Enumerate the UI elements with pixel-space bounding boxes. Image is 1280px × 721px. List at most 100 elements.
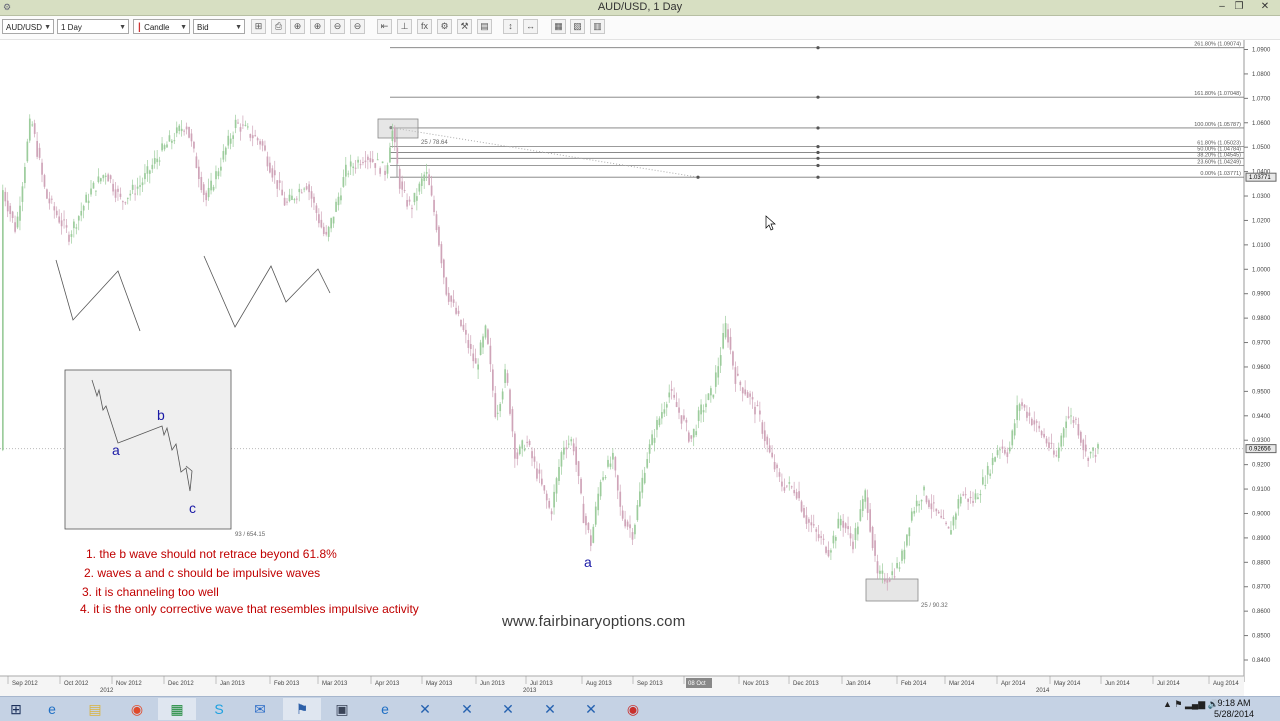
clock[interactable]: 9:18 AM 5/28/2014 [1204,698,1264,720]
toolbar-button-1[interactable]: ⎙ [271,19,286,34]
taskbar-item-8[interactable]: ▣ [323,698,361,720]
taskbar-item-14[interactable]: ✕ [572,698,610,720]
symbol-select[interactable]: AUD/USD ▼ [2,19,54,34]
price-type-select[interactable]: Bid ▼ [193,19,245,34]
toolbar-button-6[interactable]: ⇤ [377,19,392,34]
taskbar-item-15[interactable]: ◉ [614,698,652,720]
candle-body [386,165,389,174]
toolbar-button-10[interactable]: ⚒ [457,19,472,34]
candle-body [746,392,749,398]
toolbar-button-9[interactable]: ⚙ [437,19,452,34]
candle-body [271,168,274,178]
toolbar-button-3[interactable]: ⊕ [310,19,325,34]
candle-body [881,570,884,574]
chart-type-select[interactable]: ┃ Candle ▼ [133,19,190,34]
candle-body [668,392,671,398]
start-button[interactable]: ⊞ [0,698,32,720]
candle-body [982,477,984,485]
candle-body [107,174,110,182]
taskbar-item-1[interactable]: e [33,698,71,720]
toolbar-button-14[interactable]: ▦ [551,19,566,34]
month-label: Mar 2014 [949,681,975,687]
period-select[interactable]: 1 Day ▼ [57,19,129,34]
taskbar-item-5[interactable]: S [200,698,238,720]
candle-body [555,478,558,494]
candle-body [418,183,421,192]
toolbar-button-16[interactable]: ▥ [590,19,605,34]
candle-body [849,533,852,539]
toolbar-button-11[interactable]: ▤ [477,19,492,34]
toolbar-button-2[interactable]: ⊕ [290,19,305,34]
candle-body [149,170,151,174]
taskbar-item-10[interactable]: ✕ [406,698,444,720]
candle-body [979,493,982,496]
month-label: Dec 2012 [168,681,194,687]
month-label: Apr 2014 [1001,681,1026,687]
taskbar-item-7[interactable]: ⚑ [283,698,321,720]
price-tick-label: 0.9500 [1252,389,1271,395]
chart-area[interactable]: 1.0900 1.0800 1.0700 1.0600 1.0500 1.0400 1.03… [0,40,1280,696]
toolbar-button-12[interactable]: ↕ [503,19,518,34]
price-tick-label: 0.9800 [1252,316,1271,322]
restore-button[interactable]: ❐ [1229,0,1249,15]
candle-body [886,579,889,583]
candle-body [1089,451,1092,454]
fib-anchor [696,175,700,179]
candle-body [739,381,742,386]
taskbar-item-3[interactable]: ◉ [118,698,156,720]
taskbar-item-4[interactable]: ▦ [158,698,196,720]
candle-body [1062,428,1065,438]
candle-body [869,509,871,532]
taskbar-item-6[interactable]: ✉ [241,698,279,720]
toolbar-button-5[interactable]: ⊖ [350,19,365,34]
fib-handle [816,46,820,50]
candle-body [310,191,313,199]
toolbar-button-4[interactable]: ⊖ [330,19,345,34]
taskbar-item-13[interactable]: ✕ [531,698,569,720]
candle-body [342,177,345,187]
candle-body [428,174,430,185]
candle-body [362,162,364,164]
candle-body [195,156,198,169]
clock-date: 5/28/2014 [1213,709,1255,719]
candle-body [790,486,793,488]
price-tick-label: 1.0500 [1252,145,1271,151]
toolbar-button-13[interactable]: ↔ [523,19,538,34]
taskbar-item-11[interactable]: ✕ [448,698,486,720]
candle-body [151,164,154,170]
candle-body [710,388,712,396]
candle-body [249,134,252,138]
taskbar-item-9[interactable]: e [366,698,404,720]
candle-body [180,128,183,132]
candle-body [239,127,242,132]
toolbar-button-0[interactable]: ⊞ [251,19,266,34]
candle-body [247,126,249,128]
price-tick-label: 1.0200 [1252,218,1271,224]
candle-body [572,443,575,452]
candle-body [832,535,835,544]
candle-body [82,205,85,211]
toolbar-button-7[interactable]: ⊥ [397,19,412,34]
candle-body [63,219,65,221]
candle-body [942,518,945,520]
candle-body [374,163,377,168]
candle-body [1072,419,1075,423]
toolbar-button-8[interactable]: fx [417,19,432,34]
taskbar-item-2[interactable]: ▤ [76,698,114,720]
month-label: Sep 2012 [12,681,38,687]
candle-body [1077,424,1080,436]
candle-body [85,194,87,203]
candle-body [357,159,359,163]
close-button[interactable]: ✕ [1255,0,1275,15]
candle-body [288,194,291,202]
candle-body [242,124,244,126]
candle-body [504,369,506,383]
candle-body [1080,431,1082,443]
candle-body [705,403,707,408]
candle-body [663,409,666,414]
toolbar-button-15[interactable]: ▧ [570,19,585,34]
candle-body [857,526,859,535]
candle-body [318,214,320,224]
taskbar-item-12[interactable]: ✕ [489,698,527,720]
candle-body [864,490,867,502]
